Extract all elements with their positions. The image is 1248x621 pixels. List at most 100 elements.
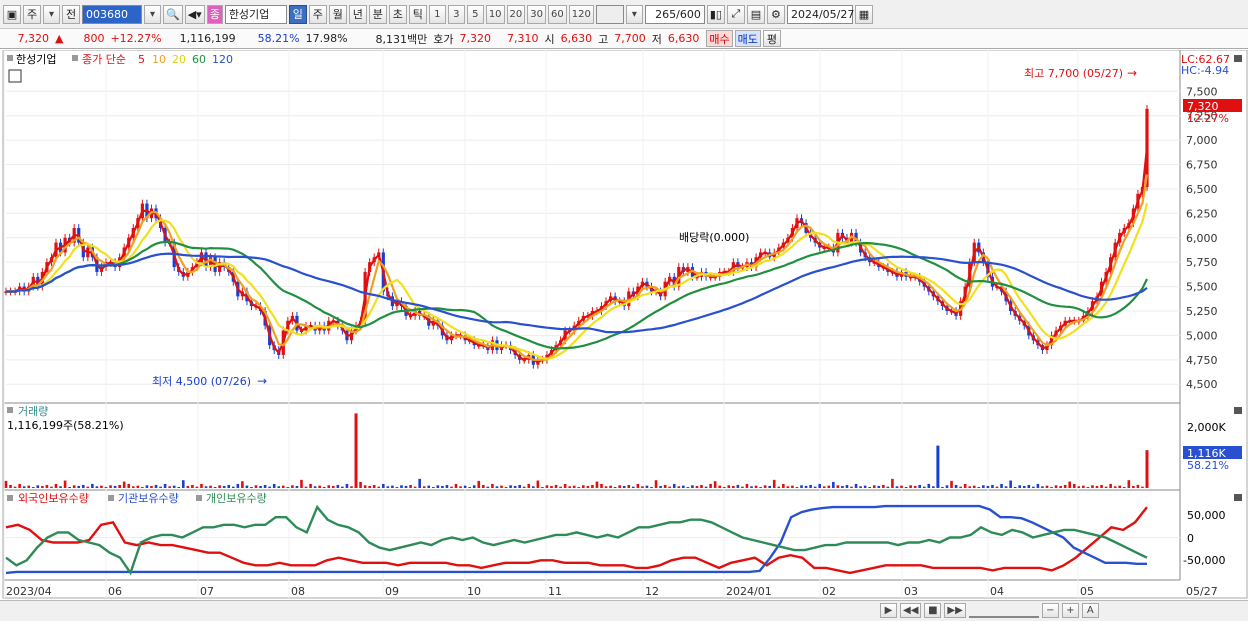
volume-bar bbox=[109, 485, 112, 488]
volume-bar bbox=[68, 486, 71, 488]
volume-bar bbox=[427, 485, 431, 488]
stock-code-input[interactable]: 003680 bbox=[82, 4, 142, 24]
volume-bar bbox=[259, 485, 262, 488]
code-dropdown-icon[interactable]: ▾ bbox=[144, 4, 161, 24]
volume-bar bbox=[536, 480, 540, 488]
volume-bar bbox=[454, 483, 458, 488]
minute-120[interactable]: 120 bbox=[568, 4, 594, 24]
sell-button[interactable]: 매도 bbox=[734, 30, 761, 47]
low-label: 저 bbox=[651, 32, 662, 46]
avg-button[interactable]: 평 bbox=[762, 30, 781, 47]
buy-button[interactable]: 매수 bbox=[706, 30, 733, 47]
search-icon[interactable]: 🔍 bbox=[163, 4, 183, 24]
fast-forward-icon[interactable]: ▶▶ bbox=[944, 603, 966, 618]
stock-chart[interactable]: 7,5007,2507,0006,7506,5006,2506,0005,750… bbox=[0, 50, 1248, 600]
low-price: 6,630 bbox=[667, 32, 700, 45]
volume-bar bbox=[772, 479, 776, 488]
volume-bar bbox=[909, 485, 912, 488]
volume-bar bbox=[504, 486, 508, 488]
price-tick: 7,000 bbox=[1186, 134, 1218, 147]
minute-5[interactable]: 5 bbox=[466, 4, 484, 24]
volume-bar bbox=[386, 486, 390, 488]
volume-bar bbox=[982, 485, 985, 488]
holding-tick-minus-50000: -50,000 bbox=[1183, 554, 1225, 567]
gear-icon[interactable]: ⚙ bbox=[766, 4, 785, 24]
volume-bar bbox=[27, 485, 31, 488]
volume-bar bbox=[241, 481, 244, 488]
minute-1[interactable]: 1 bbox=[428, 4, 446, 24]
calendar-icon[interactable]: ▦ bbox=[854, 4, 873, 24]
change-pct: +12.27% bbox=[110, 32, 162, 45]
minute-30[interactable]: 30 bbox=[527, 4, 547, 24]
period-button[interactable]: 주 bbox=[23, 4, 41, 24]
count-field[interactable]: 265/600 bbox=[644, 4, 705, 24]
volume-bar bbox=[1022, 485, 1026, 488]
prev-button[interactable]: 전 bbox=[62, 4, 80, 24]
stock-name-field[interactable]: 한성기업 bbox=[224, 4, 287, 24]
custom-minute-field[interactable] bbox=[595, 4, 624, 24]
volume-bar bbox=[663, 484, 667, 488]
open-price: 6,630 bbox=[560, 32, 593, 45]
volume-bar bbox=[1027, 484, 1031, 488]
volume-bar bbox=[18, 483, 21, 488]
price-tick: 4,500 bbox=[1186, 378, 1218, 391]
volume-bar bbox=[513, 485, 517, 488]
rewind-icon[interactable]: ◀◀ bbox=[900, 603, 922, 618]
zoom-slider[interactable] bbox=[968, 603, 1039, 618]
layout-icon[interactable]: ▣ bbox=[3, 4, 21, 24]
date-field[interactable]: 2024/05/27 bbox=[786, 4, 854, 24]
scroll-right-icon[interactable]: ▶ bbox=[880, 603, 897, 618]
volume-bar bbox=[918, 484, 922, 488]
period-week[interactable]: 주 bbox=[308, 4, 327, 24]
minute-60[interactable]: 60 bbox=[548, 4, 567, 24]
volume-bar bbox=[568, 486, 571, 488]
speaker-icon[interactable]: ◀▾ bbox=[184, 4, 205, 24]
volume-bar bbox=[359, 481, 362, 488]
volume-bar bbox=[809, 484, 812, 488]
volume-bar bbox=[486, 486, 490, 488]
dropdown-icon[interactable]: ▾ bbox=[43, 4, 60, 24]
candle-icon[interactable]: ▮▯ bbox=[706, 4, 725, 24]
low-annotation: 최저 4,500 (07/26) bbox=[152, 375, 251, 388]
calculator-icon[interactable] bbox=[8, 69, 22, 83]
maximize-icon[interactable] bbox=[1234, 494, 1242, 501]
volume-bar bbox=[741, 486, 744, 488]
period-tick[interactable]: 틱 bbox=[408, 4, 427, 24]
volume-bar bbox=[522, 486, 526, 488]
period-day[interactable]: 일 bbox=[288, 4, 307, 24]
volume-bar bbox=[304, 486, 308, 488]
zoom-out-icon[interactable]: − bbox=[1041, 603, 1059, 618]
period-year[interactable]: 년 bbox=[348, 4, 367, 24]
price-tick: 7,500 bbox=[1186, 85, 1218, 98]
volume-bar bbox=[1127, 480, 1131, 488]
volume-bar bbox=[195, 486, 199, 488]
font-icon[interactable]: A bbox=[1081, 603, 1099, 618]
x-label: 12 bbox=[645, 585, 659, 598]
minute-10[interactable]: 10 bbox=[485, 4, 505, 24]
zoom-in-icon[interactable]: + bbox=[1061, 603, 1079, 618]
stop-icon[interactable]: ■ bbox=[924, 603, 942, 618]
minute-3[interactable]: 3 bbox=[447, 4, 465, 24]
volume-bar bbox=[836, 485, 840, 488]
volume-bar bbox=[168, 486, 171, 488]
volume-bar bbox=[832, 481, 835, 488]
period-month[interactable]: 월 bbox=[328, 4, 347, 24]
volume-bar bbox=[1091, 485, 1094, 488]
volume-bar bbox=[613, 486, 617, 488]
volume-bar bbox=[445, 484, 449, 488]
minute-20[interactable]: 20 bbox=[506, 4, 526, 24]
volume-bar bbox=[1013, 486, 1017, 488]
volume-bar bbox=[700, 484, 703, 488]
draw-icon[interactable]: ⤢ bbox=[726, 4, 745, 24]
volume-bar bbox=[777, 486, 781, 488]
period-second[interactable]: 초 bbox=[388, 4, 407, 24]
volume-bar bbox=[1141, 486, 1144, 488]
minute-dropdown-icon[interactable]: ▾ bbox=[625, 4, 643, 24]
volume-bar bbox=[627, 484, 631, 488]
save-icon[interactable]: ▤ bbox=[746, 4, 765, 24]
maximize-icon[interactable] bbox=[1234, 55, 1242, 62]
volume-bar bbox=[222, 485, 226, 488]
volume-bar bbox=[300, 479, 303, 488]
maximize-icon[interactable] bbox=[1234, 407, 1242, 414]
period-minute[interactable]: 분 bbox=[368, 4, 387, 24]
